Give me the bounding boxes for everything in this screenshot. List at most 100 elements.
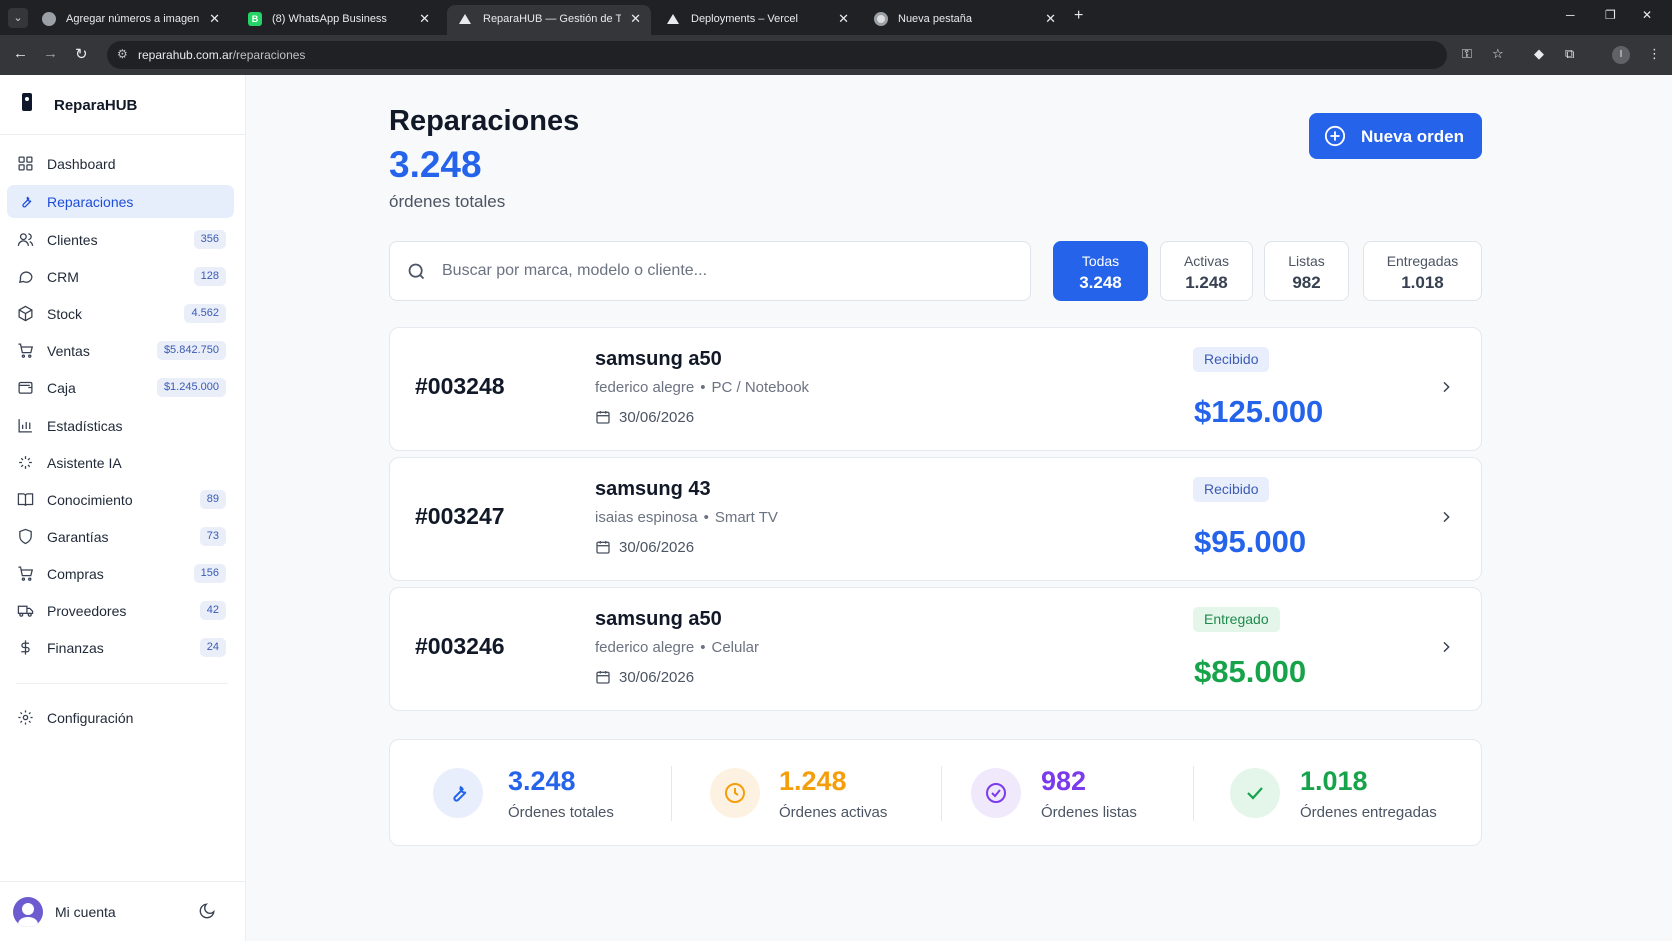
stat-divider xyxy=(1193,766,1194,821)
sidebar-item-finanzas[interactable]: Finanzas 24 xyxy=(7,631,234,664)
sidebar-item-label: Clientes xyxy=(47,232,98,248)
sidebar-item-clientes[interactable]: Clientes 356 xyxy=(7,223,234,256)
count-badge: 356 xyxy=(193,230,226,249)
window-close-icon[interactable]: ✕ xyxy=(1642,8,1652,22)
extension-icon[interactable]: ◆ xyxy=(1534,46,1544,62)
filter-count: 3.248 xyxy=(1079,273,1122,292)
url-text: reparahub.com.ar/reparaciones xyxy=(138,48,305,62)
filter-label: Listas xyxy=(1288,253,1325,269)
filter-activas[interactable]: Activas 1.248 xyxy=(1160,241,1253,301)
password-key-icon[interactable]: ⚿ xyxy=(1462,46,1472,62)
stat-value: 982 xyxy=(1041,766,1087,796)
tab-title: Agregar números a imagen xyxy=(66,13,200,25)
tab-close-icon[interactable]: ✕ xyxy=(1045,11,1056,27)
search-icon xyxy=(408,263,425,280)
sidebar-item-estad-sticas[interactable]: Estadísticas xyxy=(7,409,234,442)
moon-icon[interactable] xyxy=(198,902,216,920)
sidebar-item-label: Stock xyxy=(47,306,83,322)
sidebar-item-dashboard[interactable]: Dashboard xyxy=(7,147,234,180)
tab-close-icon[interactable]: ✕ xyxy=(838,11,849,27)
order-card[interactable]: #003248 samsung a50 federico alegre • PC /… xyxy=(389,327,1482,451)
profile-avatar[interactable]: I xyxy=(1612,46,1630,64)
sidebar-divider xyxy=(16,683,228,684)
filter-label: Activas xyxy=(1183,253,1230,269)
order-date: 30/06/2026 xyxy=(619,409,695,426)
count-badge: 89 xyxy=(199,490,226,509)
whatsapp-icon: B xyxy=(248,12,262,26)
back-icon[interactable]: ← xyxy=(13,45,28,62)
chevron-right-icon[interactable] xyxy=(1438,509,1454,525)
tab-close-icon[interactable]: ✕ xyxy=(630,11,641,27)
chevron-right-icon[interactable] xyxy=(1438,639,1454,655)
vercel-icon xyxy=(667,14,679,24)
reload-icon[interactable]: ↻ xyxy=(75,45,88,63)
order-card[interactable]: #003247 samsung 43 isaias espinosa • Smart… xyxy=(389,457,1482,581)
count-badge: 128 xyxy=(193,267,226,286)
page-title: Reparaciones xyxy=(389,105,580,137)
order-device: samsung a50 xyxy=(595,348,722,370)
sidebar-item-proveedores[interactable]: Proveedores 42 xyxy=(7,594,234,627)
bookmark-star-icon[interactable]: ☆ xyxy=(1492,46,1504,62)
sidebar-item-ventas[interactable]: Ventas $5.842.750 xyxy=(7,334,234,367)
tab-close-icon[interactable]: ✕ xyxy=(209,11,220,27)
order-meta: isaias espinosa • Smart TV xyxy=(595,509,778,526)
sidebar-item-caja[interactable]: Caja $1.245.000 xyxy=(7,371,234,404)
new-order-button[interactable]: Nueva orden xyxy=(1309,113,1482,159)
count-badge: 156 xyxy=(193,564,226,583)
browser-tab-strip: ⌄ Agregar números a imagen ✕ B (8) Whats… xyxy=(0,0,1672,35)
order-device: samsung a50 xyxy=(595,608,722,630)
stat-divider xyxy=(941,766,942,821)
count-badge: $5.842.750 xyxy=(156,341,226,360)
forward-icon[interactable]: → xyxy=(43,45,58,62)
dollar-icon xyxy=(21,640,30,655)
sidebar-item-conocimiento[interactable]: Conocimiento 89 xyxy=(7,483,234,516)
site-info-icon[interactable]: ⚙ xyxy=(117,47,128,61)
order-date: 30/06/2026 xyxy=(619,539,695,556)
filter-entregadas[interactable]: Entregadas 1.018 xyxy=(1363,241,1482,301)
order-client: federico alegre xyxy=(595,639,695,656)
browser-tab-active[interactable]: ReparaHUB — Gestión de Taller ✕ xyxy=(447,5,651,35)
clock-icon xyxy=(725,783,745,803)
filter-label: Todas xyxy=(1081,253,1120,269)
stat-icon-bg xyxy=(971,768,1021,818)
browser-tab[interactable]: Nueva pestaña ✕ xyxy=(862,5,1066,35)
browser-tab[interactable]: B (8) WhatsApp Business ✕ xyxy=(236,5,440,35)
browser-menu-icon[interactable]: ⋮ xyxy=(1648,46,1661,62)
stat-icon-bg xyxy=(433,768,483,818)
sidebar-item-configuracion[interactable]: Configuración xyxy=(7,701,234,734)
extensions-puzzle-icon[interactable]: ⧉ xyxy=(1565,46,1574,62)
sidebar-item-garant-as[interactable]: Garantías 73 xyxy=(7,520,234,553)
stat-icon-bg xyxy=(1230,768,1280,818)
filter-listas[interactable]: Listas 982 xyxy=(1264,241,1349,301)
account-section[interactable]: Mi cuenta xyxy=(0,881,246,941)
sidebar-item-label: Configuración xyxy=(47,710,134,726)
browser-tab[interactable]: Agregar números a imagen ✕ xyxy=(30,5,230,35)
browser-tab[interactable]: Deployments – Vercel ✕ xyxy=(655,5,859,35)
filter-count: 1.018 xyxy=(1401,273,1444,292)
filter-todas[interactable]: Todas 3.248 xyxy=(1053,241,1148,301)
sidebar-item-label: CRM xyxy=(47,269,79,285)
sidebar-item-compras[interactable]: Compras 156 xyxy=(7,557,234,590)
order-price: $125.000 xyxy=(1194,394,1324,429)
tab-close-icon[interactable]: ✕ xyxy=(419,11,430,27)
tab-title: (8) WhatsApp Business xyxy=(272,13,387,25)
sidebar-item-asistente-ia[interactable]: Asistente IA xyxy=(7,446,234,479)
stat-icon-bg xyxy=(710,768,760,818)
sidebar-item-crm[interactable]: CRM 128 xyxy=(7,260,234,293)
sidebar-item-label: Estadísticas xyxy=(47,418,123,434)
shield-icon xyxy=(19,528,32,545)
chevron-right-icon[interactable] xyxy=(1438,379,1454,395)
new-tab-button[interactable]: + xyxy=(1074,7,1083,25)
tab-search-button[interactable]: ⌄ xyxy=(8,8,28,28)
address-bar[interactable]: ⚙ reparahub.com.ar/reparaciones xyxy=(107,41,1447,69)
sidebar-item-stock[interactable]: Stock 4.562 xyxy=(7,297,234,330)
search-input[interactable] xyxy=(442,259,1012,283)
check-icon xyxy=(1247,787,1263,800)
minimize-icon[interactable]: ─ xyxy=(1566,8,1575,22)
cart-icon xyxy=(18,343,34,358)
restore-icon[interactable]: ❐ xyxy=(1605,8,1616,22)
chrome-icon xyxy=(874,12,888,26)
sidebar-item-reparaciones[interactable]: Reparaciones xyxy=(7,185,234,218)
order-card[interactable]: #003246 samsung a50 federico alegre • Celu… xyxy=(389,587,1482,711)
users-icon xyxy=(17,233,34,246)
